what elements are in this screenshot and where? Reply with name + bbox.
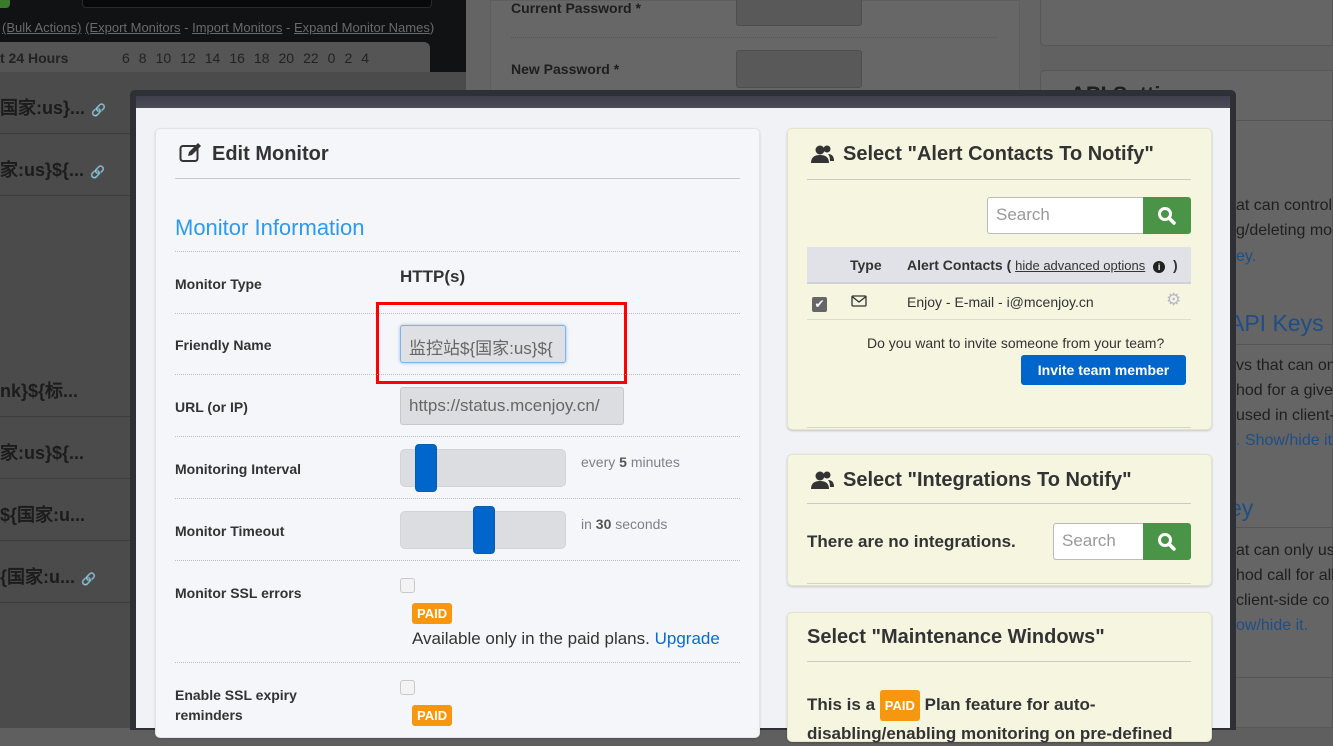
contact-name: Enjoy - E-mail - i@mcenjoy.cn — [907, 294, 1094, 310]
paid-badge: PAID — [412, 705, 453, 726]
hour-tick: 14 — [204, 50, 221, 66]
alert-contacts-title: Select "Alert Contacts To Notify" — [843, 143, 1154, 165]
hour-tick: 2 — [344, 50, 353, 66]
timeout-hint: in 30 seconds — [581, 516, 668, 532]
info-icon[interactable]: i — [1153, 261, 1166, 273]
users-icon — [811, 470, 835, 495]
background-search-box — [82, 0, 432, 8]
expand-monitor-names-link[interactable]: Expand Monitor Names — [294, 20, 430, 35]
alert-contacts-search-input[interactable]: Search — [987, 197, 1143, 234]
link-icon[interactable]: 🔗 — [81, 572, 96, 586]
gear-icon[interactable]: ⚙ — [1166, 290, 1181, 310]
import-monitors-link[interactable]: Import Monitors — [192, 20, 282, 35]
users-icon — [811, 144, 835, 169]
ssl-errors-checkbox[interactable] — [400, 578, 415, 593]
integrations-search: Search — [1053, 523, 1191, 560]
no-integrations-text: There are no integrations. — [807, 532, 1016, 551]
hour-tick: 6 — [122, 50, 130, 66]
monitoring-interval-slider[interactable] — [400, 444, 566, 492]
contacts-table-header: Type Alert Contacts ( hide advanced opti… — [807, 247, 1191, 284]
integrations-search-input[interactable]: Search — [1053, 523, 1143, 560]
paid-badge: PAID — [412, 603, 453, 624]
monitor-information-heading: Monitor Information — [175, 215, 365, 240]
slider-handle[interactable] — [415, 444, 438, 492]
upgrade-link[interactable]: Upgrade — [655, 629, 720, 648]
edit-icon — [179, 142, 203, 169]
contact-checkbox[interactable]: ✔ — [812, 297, 827, 312]
hour-tick: 10 — [155, 50, 172, 66]
background-status — [0, 0, 10, 8]
friendly-name-label: Friendly Name — [175, 337, 272, 353]
export-monitors-link[interactable]: (Export Monitors — [85, 20, 180, 35]
new-password-input[interactable] — [736, 50, 862, 88]
monitor-timeout-slider[interactable] — [400, 506, 566, 554]
maintenance-paid-text: This is a PAID Plan feature for auto-dis… — [807, 690, 1173, 746]
hour-tick: 4 — [361, 50, 370, 66]
ssl-expiry-label: Enable SSL expiry reminders — [175, 687, 297, 723]
url-input[interactable]: https://status.mcenjoy.cn/ — [400, 387, 624, 425]
slider-handle[interactable] — [473, 506, 495, 554]
current-password-input[interactable] — [736, 0, 862, 26]
search-icon — [1158, 206, 1176, 225]
ssl-errors-label: Monitor SSL errors — [175, 585, 302, 601]
envelope-icon — [851, 295, 867, 307]
ssl-expiry-checkbox[interactable] — [400, 680, 415, 695]
modal-header-bar — [136, 96, 1230, 108]
hour-ticks: 6 8 10 12 14 16 18 20 22 0 2 4 — [122, 50, 378, 66]
last-24-hours-header: t 24 Hours 6 8 10 12 14 16 18 20 22 0 2 4 — [0, 42, 430, 72]
highlight-box — [376, 302, 627, 384]
alert-contacts-search: Search — [987, 197, 1191, 234]
hour-tick: 20 — [278, 50, 295, 66]
integrations-title: Select "Integrations To Notify" — [843, 469, 1132, 491]
hour-tick: 22 — [303, 50, 319, 66]
monitor-actions-links: (Bulk Actions) (Export Monitors - Import… — [2, 20, 435, 35]
edit-monitor-title: Edit Monitor — [212, 143, 329, 165]
monitoring-interval-label: Monitoring Interval — [175, 461, 301, 477]
alert-contacts-search-button[interactable] — [1143, 197, 1191, 234]
bulk-actions-link[interactable]: (Bulk Actions) — [2, 20, 81, 35]
monitor-type-label: Monitor Type — [175, 276, 262, 292]
hour-tick: 18 — [253, 50, 270, 66]
invite-team-member-button[interactable]: Invite team member — [1021, 355, 1186, 385]
new-password-label: New Password * — [511, 61, 620, 77]
paid-notice: Available only in the paid plans. Upgrad… — [412, 629, 720, 648]
hour-tick: 12 — [180, 50, 196, 66]
monitor-type-value: HTTP(s) — [400, 267, 466, 286]
maintenance-windows-title: Select "Maintenance Windows" — [807, 626, 1105, 648]
interval-hint: every 5 minutes — [581, 454, 680, 470]
link-icon[interactable]: 🔗 — [91, 103, 106, 117]
monitor-timeout-label: Monitor Timeout — [175, 523, 285, 539]
link-icon[interactable]: 🔗 — [90, 165, 105, 179]
table-row: ✔ Enjoy - E-mail - i@mcenjoy.cn ⚙ — [807, 284, 1191, 320]
hour-tick: 0 — [327, 50, 336, 66]
hour-tick: 16 — [229, 50, 245, 66]
search-icon — [1158, 532, 1176, 551]
paid-badge: PAID — [879, 690, 920, 721]
integrations-search-button[interactable] — [1143, 523, 1191, 560]
current-password-label: Current Password * — [511, 0, 641, 16]
hour-tick: 8 — [138, 50, 147, 66]
url-label: URL (or IP) — [175, 399, 248, 415]
invite-prompt: Do you want to invite someone from your … — [867, 335, 1165, 351]
hide-advanced-options-link[interactable]: hide advanced options — [1015, 258, 1145, 273]
